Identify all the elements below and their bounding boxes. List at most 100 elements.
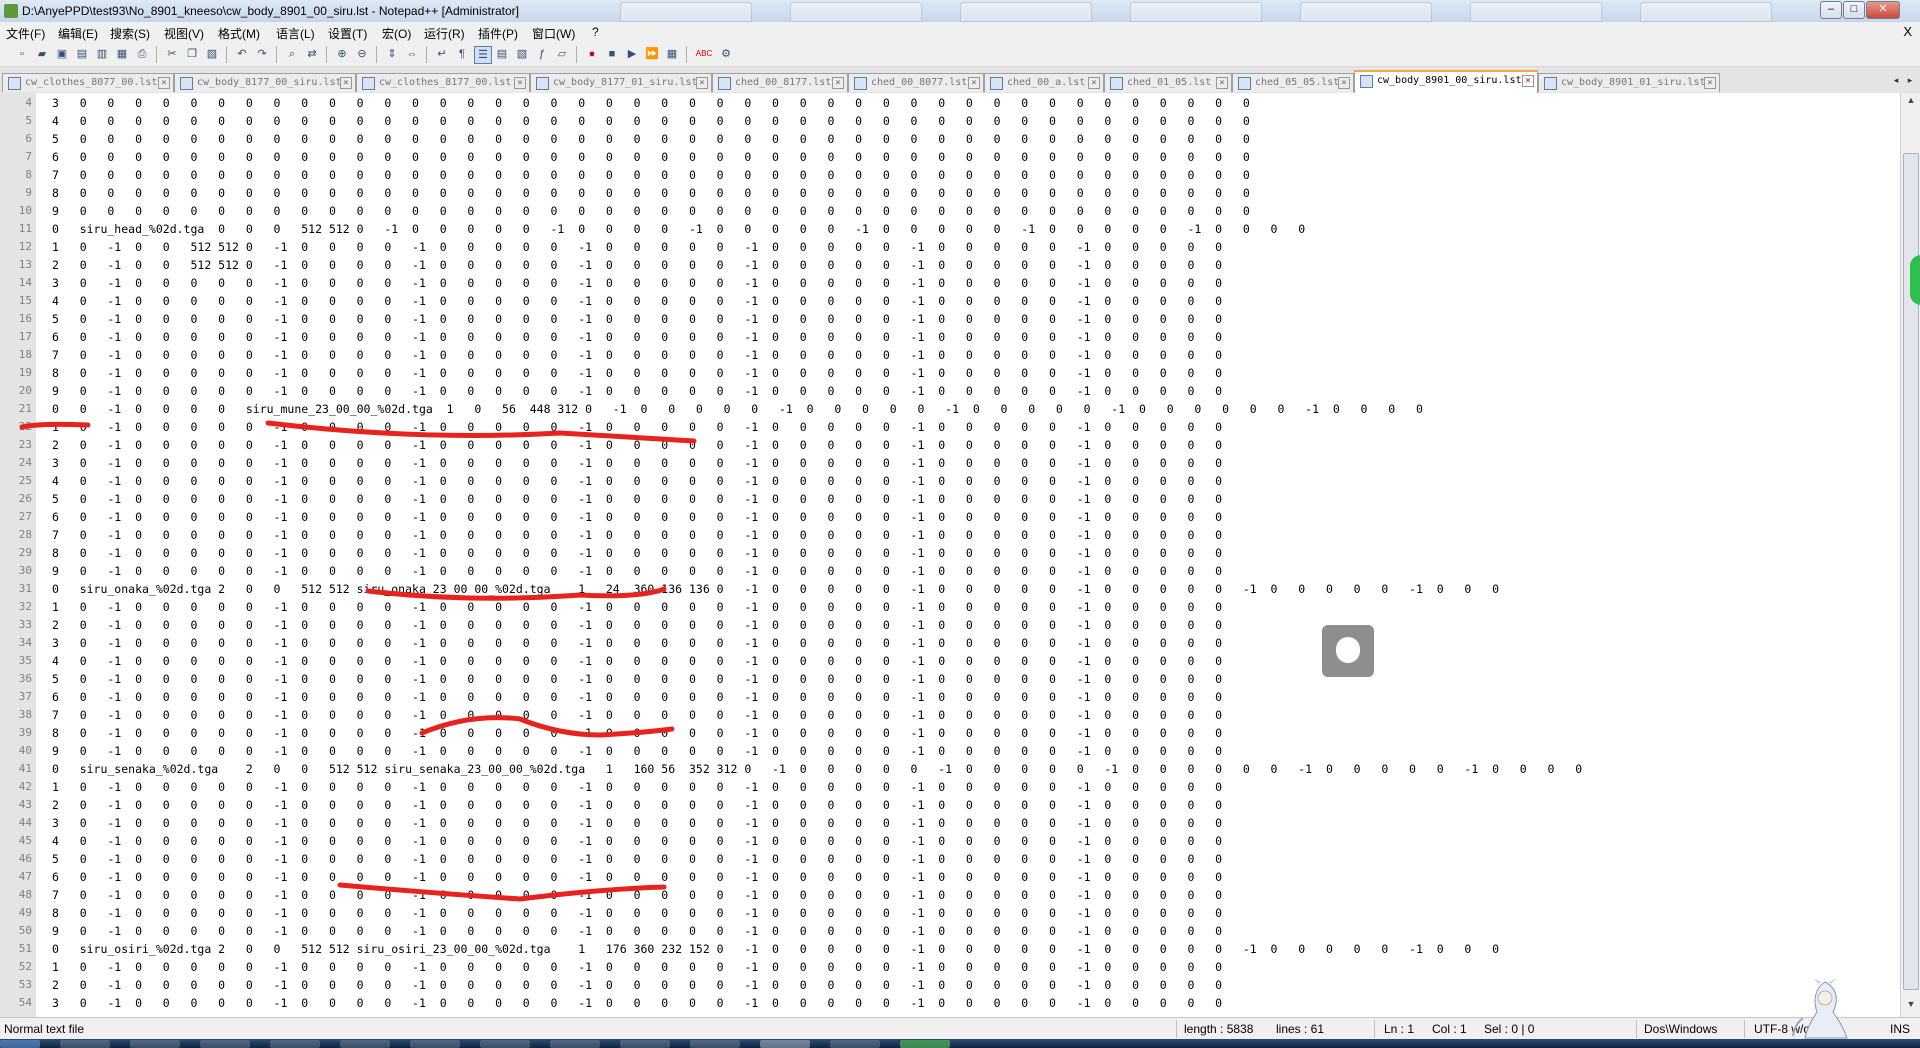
taskbar-item[interactable] — [480, 1040, 530, 1048]
vertical-scrollbar[interactable]: ▲ ▼ — [1900, 93, 1920, 1017]
tab-close-icon[interactable]: × — [158, 77, 170, 89]
tab-ched-00-8177[interactable]: ched_00_8177.lst × — [712, 73, 848, 92]
start-button[interactable] — [0, 1040, 40, 1048]
menu-search[interactable]: 搜索(S) — [110, 25, 150, 42]
plugin-icon[interactable]: ⚙ — [718, 46, 734, 62]
tab-cw-clothes-8177-00[interactable]: cw_clothes_8177_00.lst × — [356, 73, 530, 92]
tab-scroll-right-icon[interactable]: ▸ — [1904, 75, 1916, 88]
editor-line[interactable]: 29 8 0 -1 0 0 0 0 0 -1 0 0 0 0 -1 0 0 0 0… — [0, 544, 1900, 562]
menu-help[interactable]: ? — [592, 25, 599, 39]
editor-line[interactable]: 30 9 0 -1 0 0 0 0 0 -1 0 0 0 0 -1 0 0 0 0… — [0, 562, 1900, 580]
zoom-in-icon[interactable]: ⊕ — [334, 46, 350, 62]
tab-ched-05-05[interactable]: ched_05_05.lst × — [1232, 73, 1354, 92]
menu-language[interactable]: 语言(L) — [276, 25, 315, 42]
taskbar-item[interactable] — [200, 1040, 250, 1048]
taskbar-item[interactable] — [340, 1040, 390, 1048]
stop-record-icon[interactable]: ■ — [604, 46, 620, 62]
tab-close-icon[interactable]: × — [968, 77, 980, 89]
undo-icon[interactable]: ↶ — [234, 46, 250, 62]
doc-map-icon[interactable]: ▧ — [514, 46, 530, 62]
editor-line[interactable]: 19 8 0 -1 0 0 0 0 0 -1 0 0 0 0 -1 0 0 0 0… — [0, 364, 1900, 382]
editor-line[interactable]: 39 8 0 -1 0 0 0 0 0 -1 0 0 0 0 -1 0 0 0 0… — [0, 724, 1900, 742]
tab-close-icon[interactable]: × — [340, 77, 352, 89]
redo-icon[interactable]: ↷ — [254, 46, 270, 62]
spellcheck-icon[interactable]: ABC — [694, 46, 714, 62]
editor-line[interactable]: 50 9 0 -1 0 0 0 0 0 -1 0 0 0 0 -1 0 0 0 0… — [0, 922, 1900, 940]
close-document-button[interactable]: X — [1903, 24, 1912, 39]
function-list-icon[interactable]: ƒ — [534, 46, 550, 62]
close-file-icon[interactable]: ▥ — [94, 46, 110, 62]
sync-h-icon[interactable]: ⇔ — [404, 46, 420, 62]
new-file-icon[interactable]: ▫ — [14, 46, 30, 62]
editor-line[interactable]: 37 6 0 -1 0 0 0 0 0 -1 0 0 0 0 -1 0 0 0 0… — [0, 688, 1900, 706]
editor-line[interactable]: 41 0 siru_senaka_%02d.tga 2 0 0 512 512 s… — [0, 760, 1900, 778]
tab-close-icon[interactable]: × — [1088, 77, 1100, 89]
record-macro-icon[interactable]: ● — [584, 46, 600, 62]
menu-run[interactable]: 运行(R) — [424, 25, 465, 42]
menu-file[interactable]: 文件(F) — [6, 25, 45, 42]
editor-line[interactable]: 15 4 0 -1 0 0 0 0 0 -1 0 0 0 0 -1 0 0 0 0… — [0, 292, 1900, 310]
editor-line[interactable]: 5 4 0 0 0 0 0 0 0 0 0 0 0 0 0 0 0 0 0 0 0… — [0, 112, 1900, 130]
play-macro-icon[interactable]: ▶ — [624, 46, 640, 62]
editor-line[interactable]: 12 1 0 -1 0 0 512 512 0 -1 0 0 0 0 -1 0 0… — [0, 238, 1900, 256]
tab-close-icon[interactable]: × — [1338, 77, 1350, 89]
tab-close-icon[interactable]: × — [1704, 77, 1716, 89]
editor-line[interactable]: 34 3 0 -1 0 0 0 0 0 -1 0 0 0 0 -1 0 0 0 0… — [0, 634, 1900, 652]
maximize-button[interactable]: □ — [1843, 1, 1865, 19]
tab-cw-body-8901-01-siru[interactable]: cw_body_8901_01_siru.lst × — [1538, 73, 1720, 92]
save-all-icon[interactable]: ▤ — [74, 46, 90, 62]
save-macro-icon[interactable]: ▦ — [664, 46, 680, 62]
minimize-button[interactable]: – — [1820, 1, 1842, 19]
editor-line[interactable]: 32 1 0 -1 0 0 0 0 0 -1 0 0 0 0 -1 0 0 0 0… — [0, 598, 1900, 616]
taskbar-item[interactable] — [550, 1040, 600, 1048]
tab-close-icon[interactable]: × — [1216, 77, 1228, 89]
editor-line[interactable]: 14 3 0 -1 0 0 0 0 0 -1 0 0 0 0 -1 0 0 0 0… — [0, 274, 1900, 292]
editor-line[interactable]: 36 5 0 -1 0 0 0 0 0 -1 0 0 0 0 -1 0 0 0 0… — [0, 670, 1900, 688]
tab-ched-01-05[interactable]: ched_01_05.lst × — [1104, 73, 1232, 92]
editor-line[interactable]: 45 4 0 -1 0 0 0 0 0 -1 0 0 0 0 -1 0 0 0 0… — [0, 832, 1900, 850]
menu-plugins[interactable]: 插件(P) — [478, 25, 518, 42]
menu-settings[interactable]: 设置(T) — [328, 25, 367, 42]
editor-line[interactable]: 16 5 0 -1 0 0 0 0 0 -1 0 0 0 0 -1 0 0 0 0… — [0, 310, 1900, 328]
editor-line[interactable]: 7 6 0 0 0 0 0 0 0 0 0 0 0 0 0 0 0 0 0 0 0… — [0, 148, 1900, 166]
editor-line[interactable]: 53 2 0 -1 0 0 0 0 0 -1 0 0 0 0 -1 0 0 0 0… — [0, 976, 1900, 994]
tab-ched-00-8077[interactable]: ched_00_8077.lst × — [848, 73, 984, 92]
play-multiple-icon[interactable]: ⏩ — [644, 46, 660, 62]
tab-cw-body-8901-00-siru[interactable]: cw_body_8901_00_siru.lst × — [1354, 70, 1538, 94]
editor-line[interactable]: 52 1 0 -1 0 0 0 0 0 -1 0 0 0 0 -1 0 0 0 0… — [0, 958, 1900, 976]
taskbar-item[interactable] — [900, 1040, 950, 1048]
editor-line[interactable]: 46 5 0 -1 0 0 0 0 0 -1 0 0 0 0 -1 0 0 0 0… — [0, 850, 1900, 868]
taskbar-item[interactable] — [620, 1040, 670, 1048]
taskbar-item-notepadpp[interactable] — [760, 1040, 810, 1048]
side-green-badge[interactable] — [1910, 255, 1920, 305]
editor-line[interactable]: 31 0 siru_onaka_%02d.tga 2 0 0 512 512 si… — [0, 580, 1900, 598]
editor-line[interactable]: 42 1 0 -1 0 0 0 0 0 -1 0 0 0 0 -1 0 0 0 0… — [0, 778, 1900, 796]
copy-icon[interactable]: ❐ — [184, 46, 200, 62]
editor-line[interactable]: 51 0 siru_osiri_%02d.tga 2 0 0 512 512 si… — [0, 940, 1900, 958]
close-all-icon[interactable]: ▦ — [114, 46, 130, 62]
editor-line[interactable]: 27 6 0 -1 0 0 0 0 0 -1 0 0 0 0 -1 0 0 0 0… — [0, 508, 1900, 526]
editor-line[interactable]: 24 3 0 -1 0 0 0 0 0 -1 0 0 0 0 -1 0 0 0 0… — [0, 454, 1900, 472]
editor-line[interactable]: 38 7 0 -1 0 0 0 0 0 -1 0 0 0 0 -1 0 0 0 0… — [0, 706, 1900, 724]
editor-line[interactable]: 23 2 0 -1 0 0 0 0 0 -1 0 0 0 0 -1 0 0 0 0… — [0, 436, 1900, 454]
editor-line[interactable]: 20 9 0 -1 0 0 0 0 0 -1 0 0 0 0 -1 0 0 0 0… — [0, 382, 1900, 400]
taskbar-item[interactable] — [130, 1040, 180, 1048]
folder-workspace-icon[interactable]: ▱ — [554, 46, 570, 62]
editor-line[interactable]: 33 2 0 -1 0 0 0 0 0 -1 0 0 0 0 -1 0 0 0 0… — [0, 616, 1900, 634]
editor-line[interactable]: 54 3 0 -1 0 0 0 0 0 -1 0 0 0 0 -1 0 0 0 0… — [0, 994, 1900, 1012]
paste-icon[interactable]: ▧ — [204, 46, 220, 62]
floating-assistant-widget[interactable] — [1322, 625, 1374, 677]
text-editor[interactable]: 4 3 0 0 0 0 0 0 0 0 0 0 0 0 0 0 0 0 0 0 0… — [0, 93, 1900, 1017]
replace-icon[interactable]: ⇄ — [304, 46, 320, 62]
cut-icon[interactable]: ✂ — [164, 46, 180, 62]
editor-line[interactable]: 9 8 0 0 0 0 0 0 0 0 0 0 0 0 0 0 0 0 0 0 0… — [0, 184, 1900, 202]
editor-line[interactable]: 40 9 0 -1 0 0 0 0 0 -1 0 0 0 0 -1 0 0 0 0… — [0, 742, 1900, 760]
udl-icon[interactable]: ▤ — [494, 46, 510, 62]
editor-line[interactable]: 18 7 0 -1 0 0 0 0 0 -1 0 0 0 0 -1 0 0 0 0… — [0, 346, 1900, 364]
tab-ched-00-a[interactable]: ched_00_a.lst × — [984, 73, 1104, 92]
editor-line[interactable]: 28 7 0 -1 0 0 0 0 0 -1 0 0 0 0 -1 0 0 0 0… — [0, 526, 1900, 544]
menu-edit[interactable]: 编辑(E) — [58, 25, 98, 42]
editor-line[interactable]: 35 4 0 -1 0 0 0 0 0 -1 0 0 0 0 -1 0 0 0 0… — [0, 652, 1900, 670]
zoom-out-icon[interactable]: ⊖ — [354, 46, 370, 62]
word-wrap-icon[interactable]: ↵ — [434, 46, 450, 62]
